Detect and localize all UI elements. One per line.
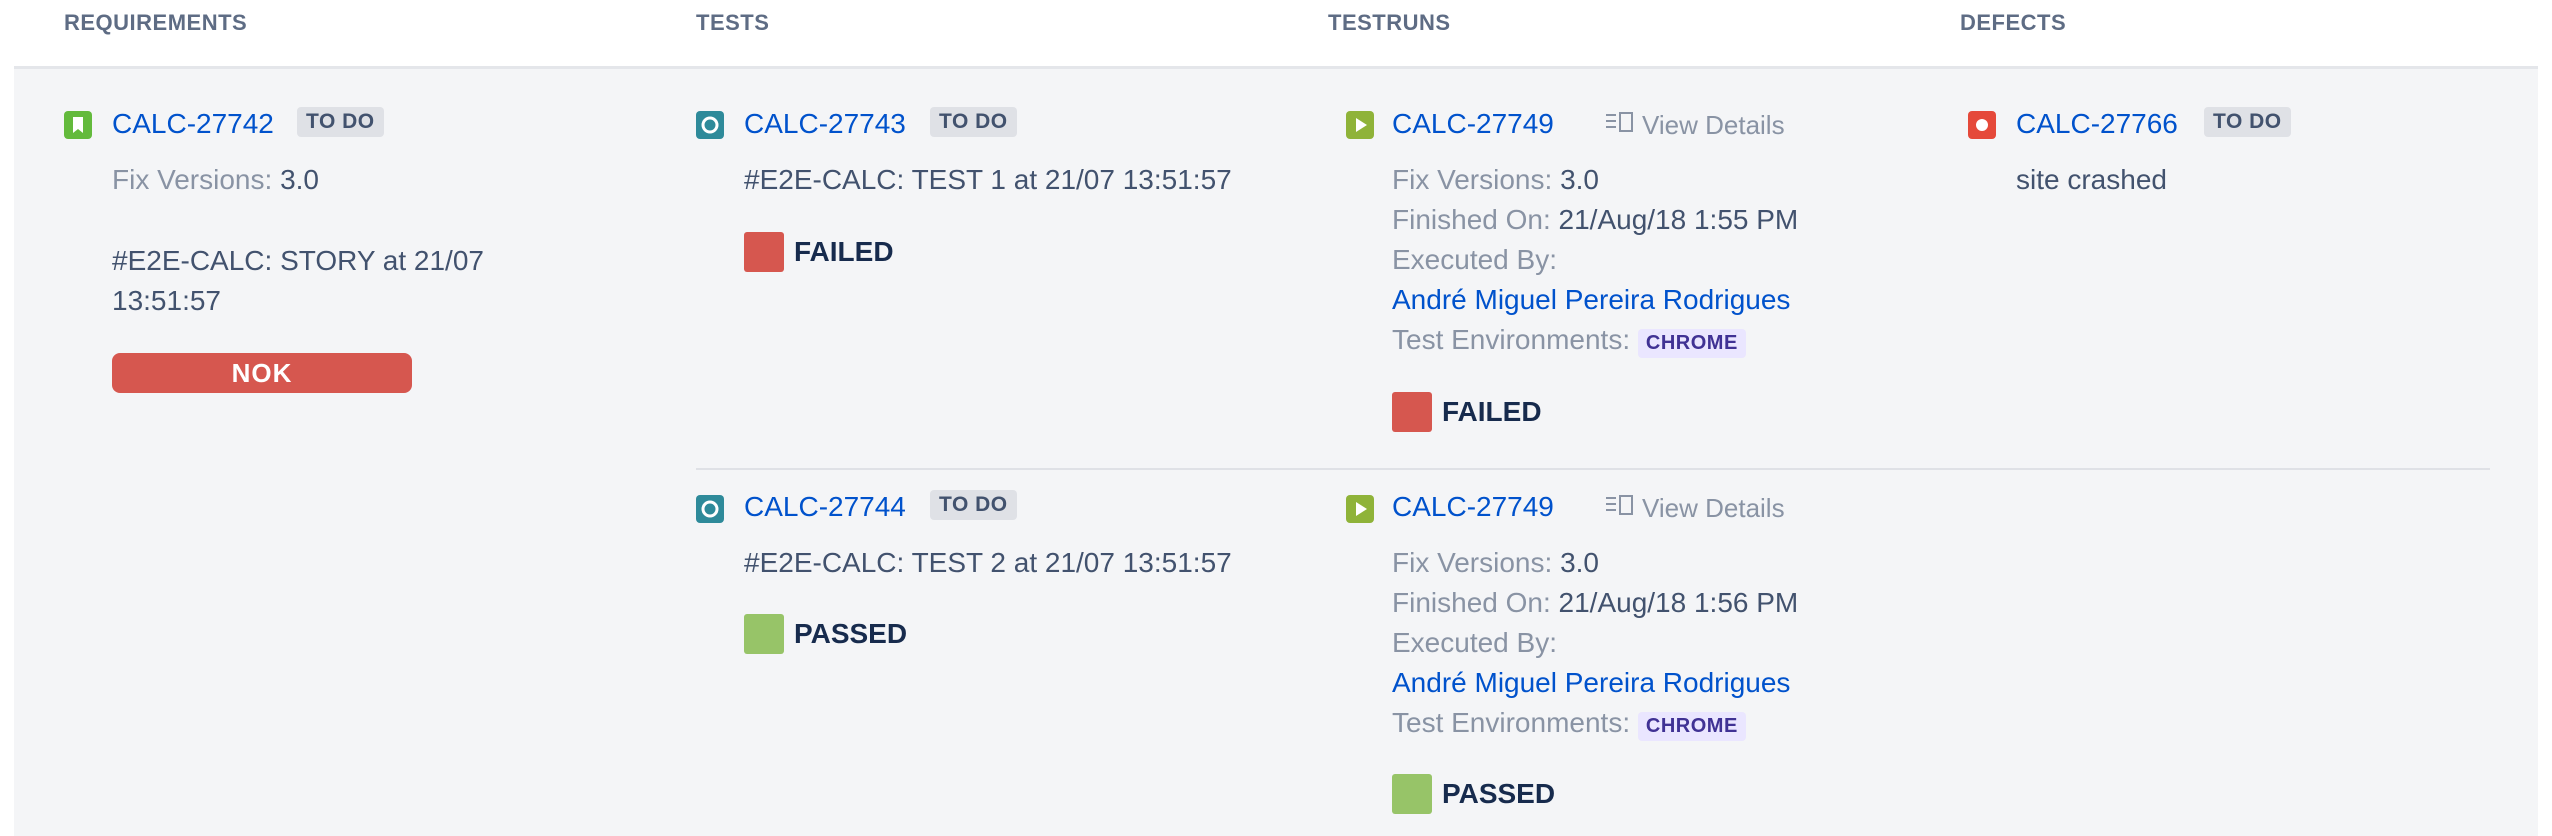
executed-by-label: Executed By:	[1392, 627, 1557, 658]
bug-icon	[1968, 111, 1996, 144]
testrun-executed-by-label: Executed By:	[1392, 627, 1557, 659]
header-defects: DEFECTS	[1960, 10, 2067, 35]
executed-by-user-link[interactable]: André Miguel Pereira Rodrigues	[1392, 284, 1790, 316]
story-icon	[64, 111, 92, 144]
test-summary: #E2E-CALC: TEST 2 at 21/07 13:51:57	[744, 547, 1232, 578]
defect-summary: site crashed	[2016, 164, 2167, 195]
test-summary: #E2E-CALC: TEST 1 at 21/07 13:51:57	[744, 164, 1232, 195]
failed-status-square	[1392, 392, 1432, 432]
passed-status-square	[744, 614, 784, 654]
test-key-link[interactable]: CALC-27743	[744, 108, 906, 140]
header-tests: TESTS	[696, 10, 770, 35]
testrun-executed-by-label: Executed By:	[1392, 244, 1557, 276]
test-status-badge: TO DO	[930, 490, 1017, 520]
test-key-link[interactable]: CALC-27744	[744, 491, 906, 523]
testrun-key-link[interactable]: CALC-27749	[1392, 108, 1554, 140]
test-status-badge: TO DO	[930, 107, 1017, 137]
testrun-environments: Test Environments: CHROME	[1392, 324, 1746, 358]
test-icon	[696, 495, 724, 528]
fix-versions-value: 3.0	[280, 164, 319, 195]
fix-versions-label: Fix Versions:	[1392, 164, 1553, 195]
test-environments-label: Test Environments:	[1392, 324, 1631, 355]
testrun-result-label: PASSED	[1442, 778, 1556, 809]
requirement-summary-line1: #E2E-CALC: STORY at 21/07	[112, 245, 484, 276]
requirement-summary-line2: 13:51:57	[112, 285, 221, 316]
testrun-key-link[interactable]: CALC-27749	[1392, 491, 1554, 523]
finished-on-value: 21/Aug/18 1:55 PM	[1558, 204, 1799, 235]
failed-status-square	[744, 232, 784, 272]
testrun-icon	[1346, 111, 1374, 144]
requirement-coverage-status-bar: NOK	[112, 353, 412, 393]
finished-on-label: Finished On:	[1392, 587, 1551, 618]
view-details-label: View Details	[1642, 493, 1785, 523]
column-header-bar: REQUIREMENTS TESTS TESTRUNS DEFECTS	[0, 0, 2552, 68]
defect-key-link[interactable]: CALC-27766	[2016, 108, 2178, 140]
testrun-fix-versions: Fix Versions: 3.0	[1392, 164, 1599, 196]
executed-by-label: Executed By:	[1392, 244, 1557, 275]
test-icon	[696, 111, 724, 144]
testrun-environments: Test Environments: CHROME	[1392, 707, 1746, 741]
requirement-key-link[interactable]: CALC-27742	[112, 108, 274, 140]
testrun-finished-on: Finished On: 21/Aug/18 1:56 PM	[1392, 587, 1798, 619]
defect-status-badge: TO DO	[2204, 107, 2291, 137]
testrun-result-label: FAILED	[1442, 396, 1542, 427]
environment-badge: CHROME	[1637, 329, 1746, 358]
fix-versions-label: Fix Versions:	[1392, 547, 1553, 578]
view-details-link[interactable]: View Details	[1606, 493, 1785, 524]
fix-versions-value: 3.0	[1560, 164, 1599, 195]
requirement-status-badge: TO DO	[297, 107, 384, 137]
view-details-link[interactable]: View Details	[1606, 110, 1785, 141]
header-requirements: REQUIREMENTS	[64, 10, 248, 35]
executed-by-user-link[interactable]: André Miguel Pereira Rodrigues	[1392, 667, 1790, 699]
row-divider	[696, 468, 2490, 470]
passed-status-square	[1392, 774, 1432, 814]
details-icon	[1606, 493, 1634, 524]
requirement-fix-versions: Fix Versions: 3.0	[112, 164, 319, 196]
test-result-label: FAILED	[794, 236, 894, 267]
view-details-label: View Details	[1642, 110, 1785, 140]
fix-versions-label: Fix Versions:	[112, 164, 273, 195]
test-environments-label: Test Environments:	[1392, 707, 1631, 738]
finished-on-label: Finished On:	[1392, 204, 1551, 235]
testrun-icon	[1346, 495, 1374, 528]
details-icon	[1606, 110, 1634, 141]
header-testruns: TESTRUNS	[1328, 10, 1451, 35]
test-result-label: PASSED	[794, 618, 908, 649]
testrun-finished-on: Finished On: 21/Aug/18 1:55 PM	[1392, 204, 1798, 236]
finished-on-value: 21/Aug/18 1:56 PM	[1558, 587, 1799, 618]
fix-versions-value: 3.0	[1560, 547, 1599, 578]
testrun-fix-versions: Fix Versions: 3.0	[1392, 547, 1599, 579]
environment-badge: CHROME	[1637, 712, 1746, 741]
